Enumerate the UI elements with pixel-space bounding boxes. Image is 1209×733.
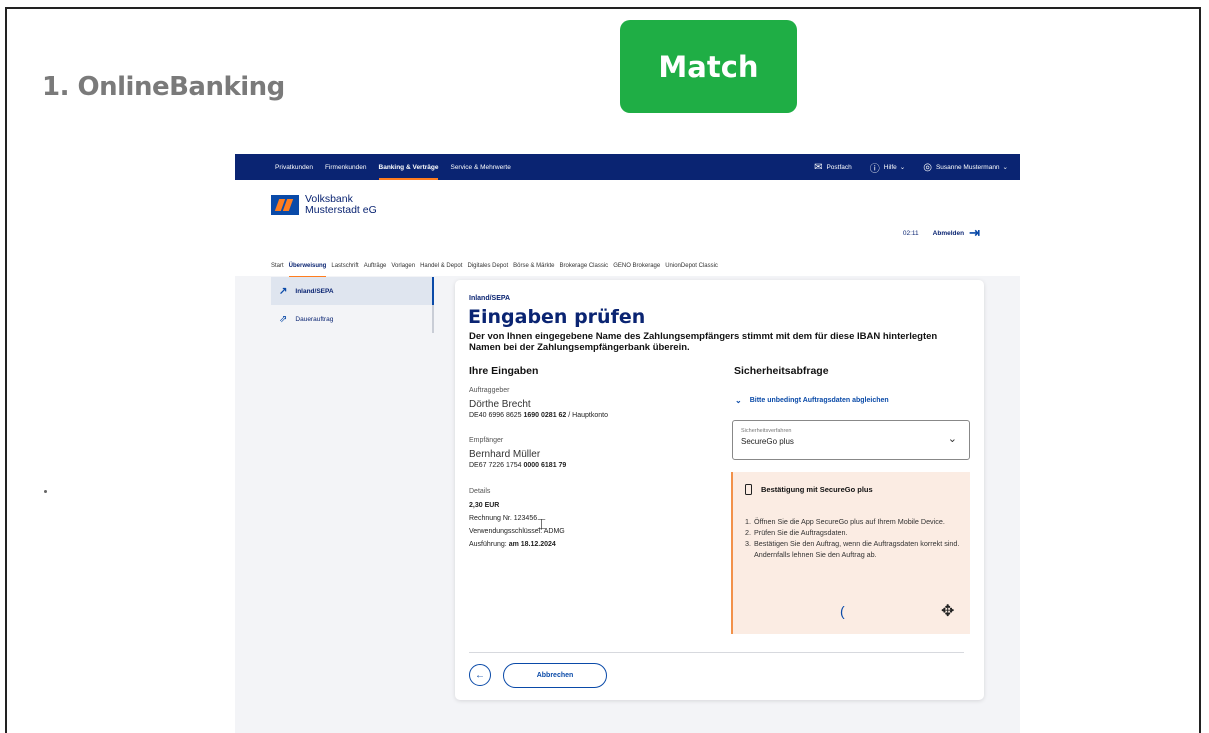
subnav-item-digitales-depot[interactable]: Digitales Depot [467,263,508,269]
mouse-cursor-icon: ⌶ [537,516,547,533]
chevron-down-icon: ⌄ [1002,164,1008,171]
reference: Rechnung Nr. 123456 [469,515,538,522]
execution-value: am 18.12.2024 [508,541,556,548]
user-name: Susanne Mustermann [935,163,1000,171]
postfach-label: Postfach [826,163,852,171]
bank-name-line2: Musterstadt eG [305,204,377,216]
step-item: 2. Prüfen Sie die Auftragsdaten. [745,528,848,537]
arrow-up-right-icon: ↗ [279,285,288,297]
match-badge: Match [620,20,797,113]
auftraggeber-label: Auftraggeber [469,387,510,394]
subnav-item-geno-brokerage[interactable]: GENO Brokerage [613,263,660,269]
iban-prefix: DE40 6996 8625 [469,412,522,419]
step-text: Öffnen Sie die App SecureGo plus auf Ihr… [754,517,945,526]
double-arrow-up-right-icon: ⇗ [279,313,288,325]
sidebar: ↗ Inland/SEPA ⇗ Dauerauftrag [271,277,434,333]
user-menu[interactable]: ◎ Susanne Mustermann ⌄ [923,162,1008,173]
sidebar-item-dauerauftrag[interactable]: ⇗ Dauerauftrag [271,305,434,333]
back-button[interactable]: ← [469,664,491,686]
bank-logo[interactable]: Volksbank Musterstadt eG [271,194,377,216]
logout-button[interactable]: Abmelden ⇥ [933,225,980,241]
amount: 2,30 EUR [469,502,500,509]
account-suffix: / Hauptkonto [568,412,608,419]
volksbank-logo-icon [271,195,299,215]
help-icon: ⓘ [869,163,880,175]
check-order-data-link[interactable]: ⌄ Bitte unbedingt Auftragsdaten abgleiche… [735,396,889,405]
subnav-item-start[interactable]: Start [271,263,284,269]
logout-label: Abmelden [932,229,965,237]
details-label: Details [469,488,491,495]
subnav-item-ueberweisung[interactable]: Überweisung [288,263,326,278]
security-heading: Sicherheitsabfrage [734,365,829,377]
hilfe-menu[interactable]: ⓘ Hilfe ⌄ [870,160,905,175]
slide-title: 1. OnlineBanking [42,72,285,102]
step-text: Bestätigen Sie den Auftrag, wenn die Auf… [754,539,960,559]
iban-prefix: DE67 7226 1754 [469,462,522,469]
auftraggeber-iban: DE40 6996 8625 1690 0281 62 / Hauptkonto [469,412,608,419]
empfaenger-name: Bernhard Müller [469,449,541,460]
divider [469,652,964,653]
execution-date: Ausführung: am 18.12.2024 [469,541,556,548]
topnav-item-privatkunden[interactable]: Privatkunden [275,164,313,171]
review-card: Inland/SEPA Eingaben prüfen Der von Ihne… [455,280,984,700]
select-label: Sicherheitsverfahren [741,428,792,434]
securego-confirmation-box: Bestätigung mit SecureGo plus 1. Öffnen S… [731,472,970,634]
arrow-left-icon: ← [475,669,485,681]
cancel-button[interactable]: Abbrechen [503,663,607,688]
confirmation-heading-label: Bestätigung mit SecureGo plus [761,485,873,494]
name-check-message: Der von Ihnen eingegebene Name des Zahlu… [469,331,938,353]
security-method-select[interactable]: Sicherheitsverfahren SecureGo plus ⌄ [732,420,970,460]
confirmation-heading: Bestätigung mit SecureGo plus [745,484,873,495]
execution-label: Ausführung: [469,541,507,548]
bank-header: Volksbank Musterstadt eG 02:11 Abmelden ⇥… [235,180,1020,278]
topnav-right: ✉ Postfach ⓘ Hilfe ⌄ ◎ Susanne Mustermann ⌄ [796,160,1020,175]
subnav-item-handel-depot[interactable]: Handel & Depot [420,263,462,269]
iban-bold: 1690 0281 62 [523,412,567,419]
step-item: 3. Bestätigen Sie den Auftrag, wenn die A… [745,538,967,560]
inputs-heading: Ihre Eingaben [469,365,539,377]
chevron-down-icon: ⌄ [947,433,957,445]
move-cursor-icon: ✥ [941,603,955,620]
chevron-down-icon: ⌄ [899,164,906,171]
topnav-item-service[interactable]: Service & Mehrwerte [450,164,510,171]
user-icon: ◎ [923,161,932,173]
topnav-item-banking[interactable]: Banking & Verträge [378,164,438,180]
subnav-item-uniondepot[interactable]: UnionDepot Classic [665,263,718,269]
sub-navigation: Start Überweisung Lastschrift Aufträge V… [271,263,723,278]
chevron-down-icon: ⌄ [735,396,742,405]
purpose-code: Verwendungsschlüssel: ADMG [469,528,565,535]
banking-screenshot: Privatkunden Firmenkunden Banking & Vert… [235,154,1020,733]
iban-bold: 0000 6181 79 [523,462,567,469]
topnav-item-firmenkunden[interactable]: Firmenkunden [325,164,367,171]
session-timer: 02:11 [902,229,919,237]
breadcrumb: Inland/SEPA [469,295,511,302]
page-title: Eingaben prüfen [468,306,646,328]
stray-dot [44,490,47,493]
hilfe-label: Hilfe [883,163,897,171]
postfach-link[interactable]: ✉ Postfach [814,162,852,173]
check-link-label: Bitte unbedingt Auftragsdaten abgleichen [749,397,889,404]
select-value: SecureGo plus [741,437,794,446]
subnav-item-vorlagen[interactable]: Vorlagen [391,263,415,269]
empfaenger-iban: DE67 7226 1754 0000 6181 79 [469,462,566,469]
phone-icon [745,484,752,495]
sidebar-item-inland-sepa[interactable]: ↗ Inland/SEPA [271,277,434,305]
auftraggeber-name: Dörthe Brecht [469,399,531,410]
subnav-item-brokerage-classic[interactable]: Brokerage Classic [560,263,609,269]
empfaenger-label: Empfänger [469,437,504,444]
confirmation-steps: 1. Öffnen Sie die App SecureGo plus auf I… [745,516,967,560]
subnav-item-auftraege[interactable]: Aufträge [364,263,387,269]
subnav-item-lastschrift[interactable]: Lastschrift [331,263,358,269]
sidebar-item-label: Inland/SEPA [295,287,334,295]
subnav-item-boerse[interactable]: Börse & Märkte [513,263,554,269]
top-navigation: Privatkunden Firmenkunden Banking & Vert… [235,154,1020,180]
sidebar-item-label: Dauerauftrag [295,315,334,323]
step-text: Prüfen Sie die Auftragsdaten. [754,528,848,537]
logout-icon: ⇥ [969,225,980,240]
session-controls: 02:11 Abmelden ⇥ [903,225,980,241]
mail-icon: ✉ [814,161,823,173]
step-item: 1. Öffnen Sie die App SecureGo plus auf I… [745,517,945,526]
loading-spinner-icon: ( [840,603,845,619]
